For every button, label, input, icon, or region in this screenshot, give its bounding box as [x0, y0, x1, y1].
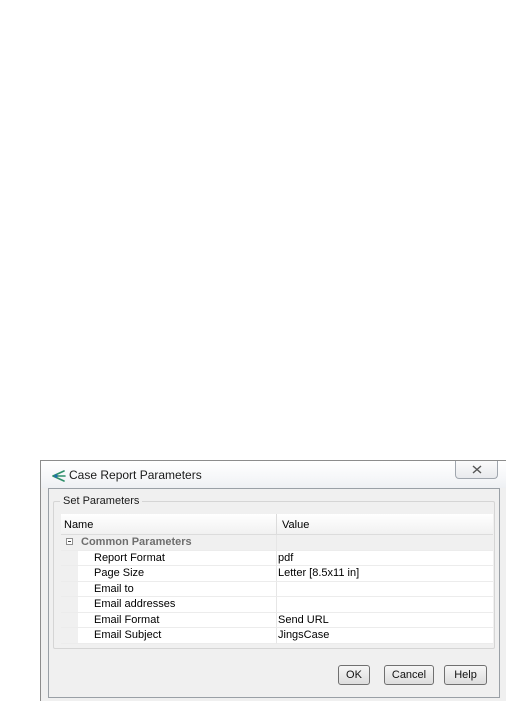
- row-gutter: [61, 550, 78, 565]
- property-row-email-to[interactable]: Email to: [61, 581, 493, 597]
- property-name: Email to: [94, 582, 134, 595]
- property-row-page-size[interactable]: Page Size Letter [8.5x11 in]: [61, 566, 493, 582]
- close-button[interactable]: [455, 461, 498, 479]
- grid-header: Name Value: [61, 514, 493, 535]
- column-header-value[interactable]: Value: [277, 514, 493, 534]
- property-row-email-addresses[interactable]: Email addresses: [61, 597, 493, 613]
- property-name: Page Size: [94, 567, 145, 579]
- ok-button[interactable]: OK: [338, 665, 370, 685]
- property-name-cell: Email addresses: [61, 597, 277, 613]
- category-row[interactable]: Common Parameters: [61, 535, 493, 551]
- property-row-email-format[interactable]: Email Format Send URL: [61, 612, 493, 628]
- property-row-report-format[interactable]: Report Format pdf: [61, 550, 493, 566]
- title-bar[interactable]: Case Report Parameters: [41, 461, 506, 488]
- property-grid: Name Value Common Parameters Report Form…: [61, 514, 493, 644]
- property-value[interactable]: pdf: [277, 551, 493, 566]
- property-name-cell: Email to: [61, 581, 277, 597]
- app-icon: [52, 469, 66, 483]
- category-name-cell: Common Parameters: [61, 535, 277, 551]
- property-name: Email Subject: [94, 629, 162, 641]
- column-header-name[interactable]: Name: [61, 514, 277, 534]
- collapse-icon[interactable]: [66, 538, 73, 545]
- group-label: Set Parameters: [60, 495, 143, 507]
- property-name-cell: Report Format: [61, 550, 277, 566]
- row-gutter: [61, 581, 78, 596]
- property-row-email-subject[interactable]: Email Subject JingsCase: [61, 628, 493, 644]
- property-value[interactable]: JingsCase: [277, 628, 493, 644]
- property-name-cell: Email Format: [61, 612, 277, 628]
- property-value[interactable]: [277, 582, 493, 597]
- dialog-title: Case Report Parameters: [69, 468, 202, 482]
- category-label: Common Parameters: [81, 536, 192, 548]
- row-gutter: [61, 597, 78, 612]
- help-button[interactable]: Help: [444, 665, 487, 685]
- property-name-cell: Page Size: [61, 566, 277, 582]
- property-name-cell: Email Subject: [61, 628, 277, 644]
- property-name: Email Format: [94, 613, 160, 626]
- property-value[interactable]: [277, 597, 493, 613]
- property-value[interactable]: Send URL: [277, 613, 493, 628]
- set-parameters-group: Set Parameters Name Value Common Paramet…: [53, 495, 495, 649]
- dialog-client-area: Set Parameters Name Value Common Paramet…: [48, 488, 500, 698]
- row-gutter: [61, 612, 78, 627]
- category-value-cell: [277, 535, 493, 551]
- property-name: Report Format: [94, 551, 165, 564]
- case-report-parameters-dialog: Case Report Parameters Set Parameters Na…: [40, 460, 506, 701]
- property-name: Email addresses: [94, 598, 176, 610]
- row-gutter: [61, 566, 78, 581]
- row-gutter: [61, 628, 78, 643]
- cancel-button[interactable]: Cancel: [384, 665, 434, 685]
- property-value[interactable]: Letter [8.5x11 in]: [277, 566, 493, 582]
- close-icon: [472, 465, 482, 474]
